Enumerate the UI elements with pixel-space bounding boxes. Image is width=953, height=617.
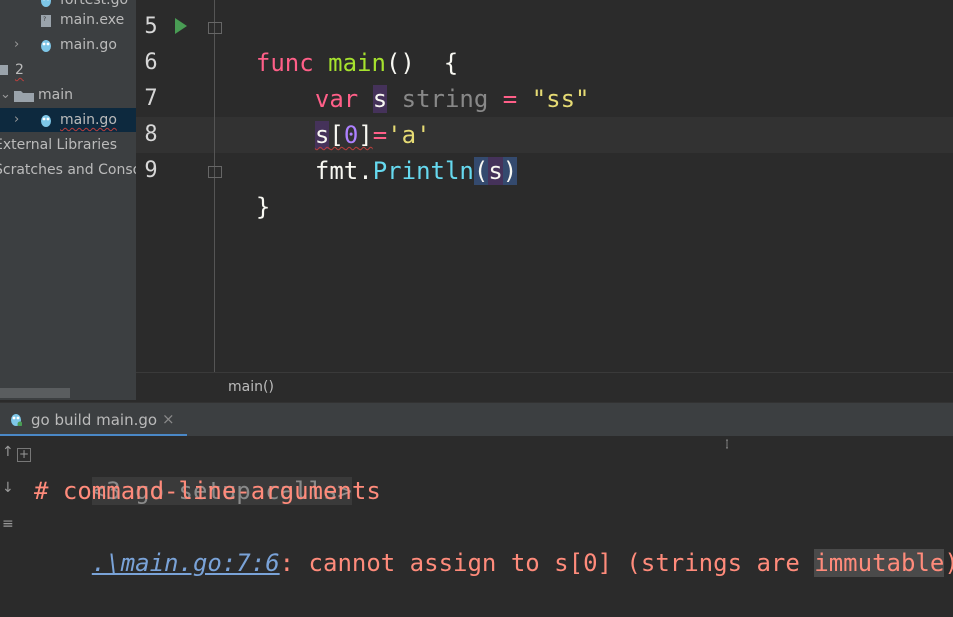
project-tree: fortest.go ? main.exe › main.go 2 ⌄ main… — [0, 0, 136, 400]
fold-marker-icon[interactable] — [208, 22, 222, 34]
console-line-setup: <3 go setup calls> — [34, 437, 352, 473]
chevron-right-icon[interactable]: › — [14, 108, 19, 132]
exe-file-icon: ? — [40, 13, 52, 27]
run-gutter-icon[interactable] — [175, 18, 187, 34]
svg-text:?: ? — [43, 16, 46, 23]
fold-marker-icon[interactable] — [208, 166, 222, 178]
tree-item-folder-main[interactable]: ⌄ main — [0, 83, 136, 107]
error-location-link[interactable]: .\main.go:7:6 — [92, 549, 280, 577]
line-number: 5 — [136, 9, 166, 45]
console-line-header: # command-line-arguments — [34, 473, 381, 509]
wrap-icon[interactable]: ≡ — [2, 516, 14, 532]
gopher-run-icon — [10, 412, 22, 426]
gopher-icon — [40, 38, 52, 52]
tree-item-main-exe[interactable]: ? main.exe — [0, 8, 136, 32]
sidebar-scrollbar[interactable] — [0, 388, 70, 398]
chevron-right-icon[interactable]: › — [14, 33, 19, 57]
line-number: 8 — [136, 117, 166, 153]
code-line-7[interactable]: s[0]='a' — [286, 81, 431, 117]
tree-item-main-go[interactable]: › main.go — [0, 33, 136, 57]
tree-item-main-go-selected[interactable]: › main.go — [0, 108, 136, 132]
tab-label: go build main.go — [31, 411, 157, 429]
code-line-6[interactable]: var s string = "ss" — [286, 45, 589, 81]
code-line-9[interactable]: } — [227, 153, 270, 189]
tree-item-external-libraries[interactable]: External Libraries — [0, 133, 136, 157]
tab-go-build[interactable]: go build main.go × — [0, 403, 187, 437]
run-console[interactable]: ↑ ↓ ≡ + <3 go setup calls> # command-lin… — [0, 436, 953, 568]
console-toolbar: ↑ ↓ ≡ — [0, 436, 12, 568]
gopher-icon — [40, 0, 52, 7]
module-icon — [0, 65, 8, 75]
breadcrumb: main() — [136, 372, 953, 403]
close-icon[interactable]: × — [162, 410, 175, 428]
gutter-divider — [214, 0, 215, 372]
up-arrow-icon[interactable]: ↑ — [2, 444, 14, 460]
line-number: 6 — [136, 45, 166, 81]
folder-icon — [14, 89, 34, 102]
code-line-8[interactable]: fmt.Println(s) — [286, 117, 517, 153]
chevron-down-icon[interactable]: ⌄ — [0, 83, 11, 107]
tree-item-module-2[interactable]: 2 — [0, 58, 136, 82]
down-arrow-icon[interactable]: ↓ — [2, 480, 14, 496]
tree-item-scratches[interactable]: Scratches and Consoles — [0, 158, 136, 182]
line-number: 7 — [136, 81, 166, 117]
code-line-5[interactable]: func main() { — [227, 9, 458, 45]
breadcrumb-item[interactable]: main() — [228, 379, 274, 395]
gopher-icon — [40, 113, 52, 127]
text-cursor-icon — [726, 436, 728, 452]
run-tool-window-header: go build main.go × — [0, 402, 953, 437]
line-number: 9 — [136, 153, 166, 189]
expand-icon[interactable]: + — [17, 448, 31, 462]
console-line-error: .\main.go:7:6: cannot assign to s[0] (st… — [34, 509, 953, 545]
current-line-highlight — [136, 117, 953, 153]
